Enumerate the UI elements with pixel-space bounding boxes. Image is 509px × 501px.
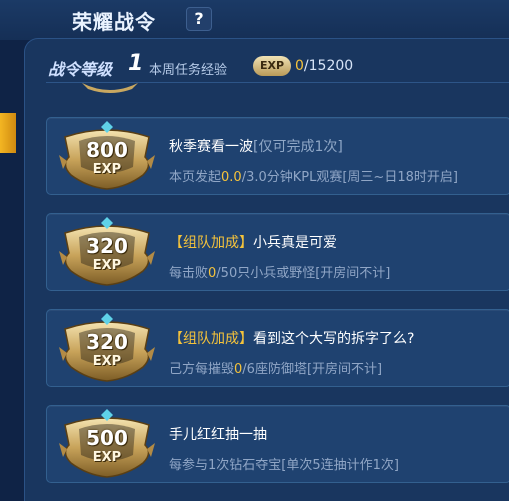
exp-unit: EXP xyxy=(92,258,122,273)
level-number: 1 xyxy=(128,51,144,76)
team-bonus-tag: 【组队加成】 xyxy=(169,235,253,251)
task-description: 本页发起0.0/3.0分钟KPL观赛[周三~日18时开启] xyxy=(169,166,458,185)
task-name: 手儿红红抽一抽 xyxy=(169,427,267,443)
weekly-exp-current: 0 xyxy=(295,58,304,74)
top-bar: 荣耀战令 ? xyxy=(0,0,509,40)
exp-unit: EXP xyxy=(92,354,122,369)
task-desc-prefix: 本页发起 xyxy=(169,170,222,185)
help-button[interactable]: ? xyxy=(186,7,212,31)
exp-unit: EXP xyxy=(92,162,122,177)
exp-icon: EXP xyxy=(253,56,291,76)
side-tab-marker[interactable] xyxy=(0,113,16,153)
weekly-exp-value: 0/15200 xyxy=(295,58,353,74)
task-title: 手儿红红抽一抽 xyxy=(169,424,267,444)
exp-value: 320 xyxy=(86,330,128,354)
task-card[interactable]: 800 EXP 秋季赛看一波[仅可完成1次] 本页发起0.0/3.0分钟KPL观… xyxy=(46,117,509,195)
task-desc-total: /3.0分钟KPL观赛[周三~日18时开启] xyxy=(241,170,458,185)
task-desc-prefix: 每击败 xyxy=(169,266,209,281)
team-bonus-tag: 【组队加成】 xyxy=(169,331,253,347)
level-label: 战令等级 xyxy=(48,60,113,79)
exp-value: 800 xyxy=(86,138,128,162)
task-card[interactable]: 500 EXP 手儿红红抽一抽 每参与1次钻石夺宝[单次5连抽计作1次] xyxy=(46,405,509,483)
task-progress: 0.0 xyxy=(221,170,242,185)
task-description: 己方每摧毁0/6座防御塔[开房间不计] xyxy=(169,358,382,377)
task-desc-total: /6座防御塔[开房间不计] xyxy=(242,362,383,377)
task-name: 小兵真是可爱 xyxy=(253,235,337,251)
exp-value: 320 xyxy=(86,234,128,258)
task-desc-prefix: 己方每摧毁 xyxy=(169,362,235,377)
task-description: 每击败0/50只小兵或野怪[开房间不计] xyxy=(169,262,390,281)
task-description: 每参与1次钻石夺宝[单次5连抽计作1次] xyxy=(169,454,399,473)
task-title: 秋季赛看一波[仅可完成1次] xyxy=(169,136,343,156)
task-card[interactable]: 320 EXP 【组队加成】看到这个大写的拆字了么? 己方每摧毁0/6座防御塔[… xyxy=(46,309,509,387)
task-desc-total: /50只小兵或野怪[开房间不计] xyxy=(216,266,391,281)
task-name: 秋季赛看一波 xyxy=(169,139,253,155)
partial-crest-icon xyxy=(82,83,138,93)
page-title: 荣耀战令 xyxy=(72,10,156,34)
weekly-exp-label: 本周任务经验 xyxy=(149,63,228,78)
task-title: 【组队加成】看到这个大写的拆字了么? xyxy=(169,328,414,348)
task-name: 看到这个大写的拆字了么? xyxy=(253,331,415,347)
exp-unit: EXP xyxy=(92,450,122,465)
level-row: 战令等级 1 本周任务经验 EXP 0/15200 xyxy=(24,51,509,82)
weekly-exp-max: /15200 xyxy=(303,58,354,74)
task-desc-prefix: 每参与1次钻石夺宝[单次5连抽计作1次] xyxy=(169,458,399,473)
exp-value: 500 xyxy=(86,426,128,450)
task-limit: [仅可完成1次] xyxy=(253,139,343,155)
task-card[interactable]: 320 EXP 【组队加成】小兵真是可爱 每击败0/50只小兵或野怪[开房间不计… xyxy=(46,213,509,291)
task-title: 【组队加成】小兵真是可爱 xyxy=(169,232,337,252)
